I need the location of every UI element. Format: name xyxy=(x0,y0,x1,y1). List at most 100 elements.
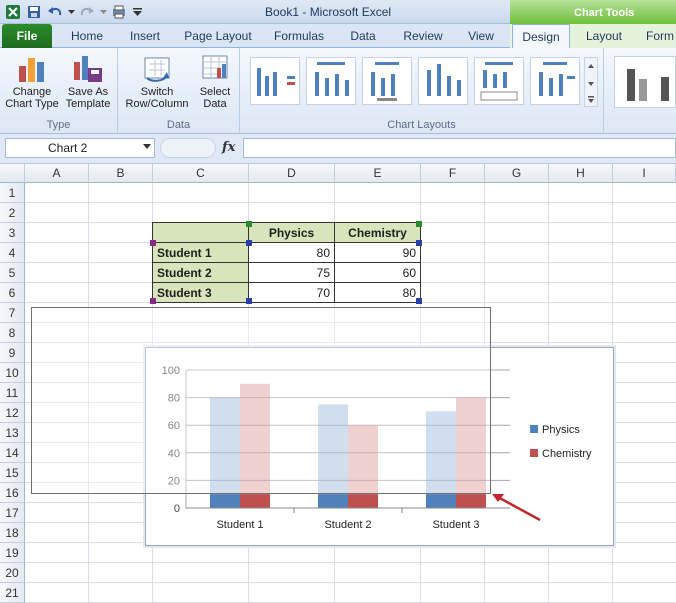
range-handle[interactable] xyxy=(150,240,156,246)
row-header-20[interactable]: 20 xyxy=(0,563,25,583)
column-header-a[interactable]: A xyxy=(25,164,89,183)
row-header-13[interactable]: 13 xyxy=(0,423,25,443)
header-cell-physics[interactable]: Physics xyxy=(249,223,335,243)
chart-layout-3[interactable] xyxy=(362,57,412,105)
tab-data[interactable]: Data xyxy=(340,24,386,48)
student-name-cell[interactable]: Student 3 xyxy=(153,283,249,303)
undo-icon[interactable] xyxy=(46,3,64,21)
chart-layout-4[interactable] xyxy=(418,57,468,105)
header-cell-blank[interactable] xyxy=(153,223,249,243)
redo-icon[interactable] xyxy=(78,3,96,21)
insert-function-icon[interactable]: fx xyxy=(222,140,235,155)
row-header-4[interactable]: 4 xyxy=(0,243,25,263)
chemistry-score-cell[interactable]: 60 xyxy=(335,263,421,283)
row-header-14[interactable]: 14 xyxy=(0,443,25,463)
chemistry-score-cell[interactable]: 80 xyxy=(335,283,421,303)
range-handle[interactable] xyxy=(246,240,252,246)
tab-insert[interactable]: Insert xyxy=(120,24,170,48)
layouts-gallery-scroll[interactable] xyxy=(584,57,598,107)
chart-layout-2[interactable] xyxy=(306,57,356,105)
tab-formulas[interactable]: Formulas xyxy=(266,24,332,48)
plot-area-selection[interactable] xyxy=(31,307,491,494)
row-header-7[interactable]: 7 xyxy=(0,303,25,323)
save-as-template-button[interactable]: Save As Template xyxy=(60,52,116,110)
x-axis-category-label: Student 2 xyxy=(324,519,371,531)
print-preview-icon[interactable] xyxy=(110,3,128,21)
y-axis-tick-label: 0 xyxy=(174,503,180,515)
row-header-21[interactable]: 21 xyxy=(0,583,25,603)
range-handle[interactable] xyxy=(150,298,156,304)
row-header-10[interactable]: 10 xyxy=(0,363,25,383)
excel-logo-icon[interactable] xyxy=(4,3,22,21)
row-header-12[interactable]: 12 xyxy=(0,403,25,423)
column-header-c[interactable]: C xyxy=(153,164,249,183)
row-header-11[interactable]: 11 xyxy=(0,383,25,403)
save-icon[interactable] xyxy=(25,3,43,21)
row-header-8[interactable]: 8 xyxy=(0,323,25,343)
x-axis-category-label: Student 1 xyxy=(216,519,263,531)
gridline xyxy=(25,582,676,583)
row-header-1[interactable]: 1 xyxy=(0,183,25,203)
group-chart-layouts-label: Chart Layouts xyxy=(387,119,456,131)
select-data-label: Select Data xyxy=(199,86,231,110)
switch-row-column-button[interactable]: Switch Row/Column xyxy=(122,52,192,110)
tab-view[interactable]: View xyxy=(458,24,504,48)
tab-layout[interactable]: Layout xyxy=(578,24,630,48)
row-header-3[interactable]: 3 xyxy=(0,223,25,243)
student-name-cell[interactable]: Student 2 xyxy=(153,263,249,283)
row-header-18[interactable]: 18 xyxy=(0,523,25,543)
range-handle[interactable] xyxy=(246,221,252,227)
row-header-16[interactable]: 16 xyxy=(0,483,25,503)
legend-swatch-chemistry xyxy=(530,449,538,457)
column-header-g[interactable]: G xyxy=(485,164,549,183)
physics-score-cell[interactable]: 80 xyxy=(249,243,335,263)
change-chart-type-button[interactable]: Change Chart Type xyxy=(4,52,60,110)
tab-format[interactable]: Form xyxy=(640,24,676,48)
ribbon: Change Chart Type Save As Template Type … xyxy=(0,48,676,134)
tab-design[interactable]: Design xyxy=(512,24,570,49)
column-header-e[interactable]: E xyxy=(335,164,421,183)
chart-layout-6[interactable] xyxy=(530,57,580,105)
ribbon-tabs: File Home Insert Page Layout Formulas Da… xyxy=(0,24,676,49)
column-header-h[interactable]: H xyxy=(549,164,613,183)
column-header-d[interactable]: D xyxy=(249,164,335,183)
chart-style-1[interactable] xyxy=(614,56,676,108)
header-cell-chemistry[interactable]: Chemistry xyxy=(335,223,421,243)
student-name-cell[interactable]: Student 1 xyxy=(153,243,249,263)
range-handle[interactable] xyxy=(416,298,422,304)
row-header-9[interactable]: 9 xyxy=(0,343,25,363)
formula-bar-resize-handle[interactable] xyxy=(160,138,216,158)
column-header-i[interactable]: I xyxy=(613,164,676,183)
row-header-19[interactable]: 19 xyxy=(0,543,25,563)
name-box-dropdown-icon[interactable] xyxy=(143,144,151,149)
select-data-button[interactable]: Select Data xyxy=(194,52,236,110)
tab-file[interactable]: File xyxy=(2,24,52,48)
row-header-6[interactable]: 6 xyxy=(0,283,25,303)
chart-bar-visible-segment xyxy=(210,494,240,508)
row-header-15[interactable]: 15 xyxy=(0,463,25,483)
tab-review[interactable]: Review xyxy=(396,24,450,48)
physics-score-cell[interactable]: 70 xyxy=(249,283,335,303)
tab-home[interactable]: Home xyxy=(62,24,112,48)
chart-layout-1[interactable] xyxy=(250,57,300,105)
range-handle[interactable] xyxy=(416,240,422,246)
range-handle[interactable] xyxy=(246,298,252,304)
chemistry-score-cell[interactable]: 90 xyxy=(335,243,421,263)
tab-page-layout[interactable]: Page Layout xyxy=(180,24,256,48)
select-all-corner[interactable] xyxy=(0,164,25,183)
customize-toolbar-icon[interactable] xyxy=(131,3,143,21)
row-header-2[interactable]: 2 xyxy=(0,203,25,223)
undo-dropdown-icon[interactable] xyxy=(67,3,75,21)
redo-dropdown-icon[interactable] xyxy=(99,3,107,21)
name-box[interactable]: Chart 2 xyxy=(5,138,155,158)
physics-score-cell[interactable]: 75 xyxy=(249,263,335,283)
formula-input[interactable] xyxy=(243,138,676,158)
range-handle[interactable] xyxy=(416,221,422,227)
legend-swatch-physics xyxy=(530,425,538,433)
column-header-f[interactable]: F xyxy=(421,164,485,183)
row-header-5[interactable]: 5 xyxy=(0,263,25,283)
row-header-17[interactable]: 17 xyxy=(0,503,25,523)
column-header-b[interactable]: B xyxy=(89,164,153,183)
chart-type-icon xyxy=(16,52,48,84)
chart-layout-5[interactable] xyxy=(474,57,524,105)
